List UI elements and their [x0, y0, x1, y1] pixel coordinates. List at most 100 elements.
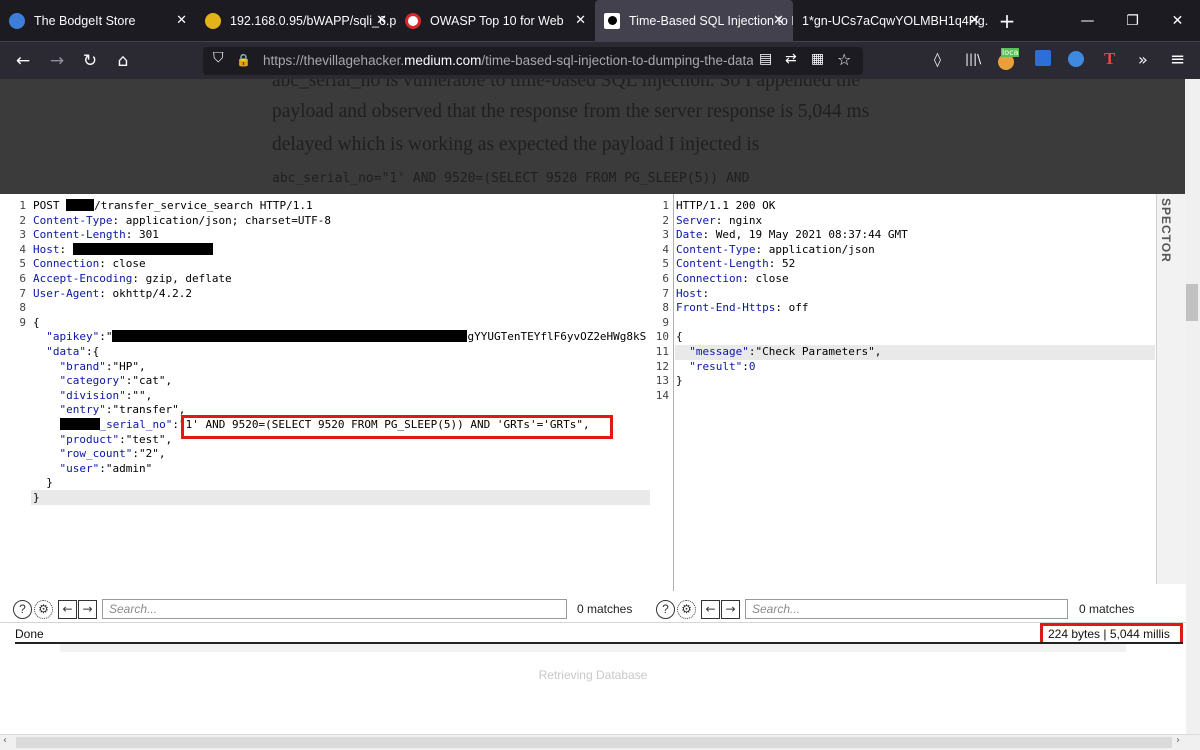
code-line[interactable]: 6 Accept-Encoding: gzip, deflate	[0, 272, 231, 287]
code-line[interactable]: 7 Host:	[655, 287, 709, 302]
page-scrollbar-thumb[interactable]	[1186, 284, 1198, 321]
back-button[interactable]: ←	[8, 42, 38, 80]
close-tab-icon[interactable]: ✕	[176, 12, 187, 28]
forward-button[interactable]: →	[42, 42, 72, 80]
code-line[interactable]: 2 Content-Type: application/json; charset…	[0, 214, 331, 229]
lock-icon[interactable]: 🔒	[236, 53, 251, 67]
code-text: :"Check Parameters",	[748, 345, 882, 358]
translator-extension-icon[interactable]	[1035, 50, 1051, 66]
code-line[interactable]: 9{	[0, 316, 39, 331]
owasp-favicon-icon	[405, 12, 421, 29]
code-key: _serial_no"	[99, 418, 173, 431]
code-line[interactable]: 13}	[655, 374, 683, 389]
code-line[interactable]: "data":{	[0, 345, 99, 360]
code-line[interactable]: 2 Server: nginx	[655, 214, 762, 229]
code-key: "data"	[33, 345, 86, 358]
response-editor[interactable]: 1 HTTP/1.1 200 OK 2 Server: nginx 3 Date: Wed…	[655, 194, 1155, 591]
code-line[interactable]: 1 POST /transfer_service_search HTTP/1.1	[0, 199, 313, 214]
wappalyzer-extension-icon[interactable]	[1068, 51, 1084, 67]
page-scrollbar[interactable]	[1185, 79, 1200, 734]
code-line[interactable]: 3 Date: Wed, 19 May 2021 08:37:44 GMT	[655, 228, 907, 243]
bookmark-star-icon[interactable]: ☆	[837, 50, 851, 69]
code-line[interactable]: 7 User-Agent: okhttp/4.2.2	[0, 287, 192, 302]
tab-bodgeit-store[interactable]: The BodgeIt Store ✕	[0, 0, 196, 41]
scroll-left-icon[interactable]: ‹	[3, 735, 7, 746]
tab-time-based-sqli[interactable]: Time-Based SQL Injection to Du ✕	[595, 0, 793, 41]
restore-button[interactable]: ❐	[1110, 0, 1155, 41]
url-bar[interactable]: ⛉ 🔒 https://thevillagehacker.medium.com/…	[203, 47, 863, 75]
location-extension-icon[interactable]: loca	[998, 48, 1020, 71]
extensions-grid-icon[interactable]: ▦	[811, 51, 824, 67]
pocket-icon[interactable]: ◊	[934, 52, 941, 68]
code-key: Connection	[33, 257, 100, 271]
code-line[interactable]: 1 HTTP/1.1 200 OK	[655, 199, 775, 214]
code-line[interactable]: "apikey":" gYYUGTenTEYflF6yvOZ2eHWg8kS	[0, 330, 646, 345]
translate-icon[interactable]: ⇄	[785, 51, 797, 67]
tab-label: The BodgeIt Store	[34, 13, 136, 28]
code-line[interactable]: 3 Content-Length: 301	[0, 228, 158, 243]
home-button[interactable]: ⌂	[108, 42, 138, 80]
code-line[interactable]: 11 "message":"Check Parameters",	[655, 345, 882, 360]
code-line[interactable]: "division":"",	[0, 389, 152, 404]
minimize-button[interactable]: —	[1065, 0, 1110, 41]
inspector-side-tab[interactable]: SPECTOR	[1156, 194, 1186, 584]
response-search-input[interactable]: Search...	[745, 599, 1068, 619]
tracking-shield-icon[interactable]: ⛉	[213, 50, 224, 66]
new-tab-button[interactable]: +	[989, 0, 1025, 41]
horizontal-scrollbar-thumb[interactable]	[16, 737, 1172, 748]
request-search-input[interactable]: Search...	[102, 599, 567, 619]
reader-view-icon[interactable]: ▤	[759, 51, 772, 67]
code-line[interactable]: 5 Content-Length: 52	[655, 257, 795, 272]
code-line[interactable]: 5 Connection: close	[0, 257, 145, 272]
code-line[interactable]: "user":"admin"	[0, 462, 152, 477]
next-match-button[interactable]: →	[721, 599, 740, 619]
code-line[interactable]: "brand":"HP",	[0, 360, 145, 375]
code-line[interactable]: 8 Front-End-Https: off	[655, 301, 808, 316]
line-number: 4	[662, 242, 669, 256]
code-line[interactable]: 4 Host:	[0, 242, 213, 258]
close-tab-icon[interactable]: ✕	[376, 12, 387, 28]
url-text[interactable]: https://thevillagehacker.medium.com/time…	[263, 53, 753, 68]
close-window-button[interactable]: ✕	[1155, 0, 1200, 41]
line-number: 8	[662, 301, 669, 315]
library-icon[interactable]: |||\	[965, 52, 981, 66]
settings-gear-icon[interactable]: ⚙	[34, 599, 53, 619]
code-line[interactable]: "product":"test",	[0, 433, 172, 448]
code-line[interactable]: 9	[655, 316, 676, 331]
code-line[interactable]: }	[0, 491, 40, 506]
help-icon[interactable]: ?	[13, 599, 32, 619]
tab-image[interactable]: 1*gn-UCs7aCqwYOLMBH1q4Hg.pn ✕	[793, 0, 989, 41]
tab-bar: The BodgeIt Store ✕ 192.168.0.95/bWAPP/s…	[0, 0, 1200, 41]
code-text: :"cat",	[125, 374, 173, 388]
tab-bwapp[interactable]: 192.168.0.95/bWAPP/sqli_6.ph ✕	[196, 0, 396, 41]
close-tab-icon[interactable]: ✕	[575, 12, 586, 28]
code-line[interactable]: "entry":"transfer",	[0, 403, 185, 418]
text-extension-icon[interactable]: T	[1104, 49, 1115, 69]
hamburger-menu-icon[interactable]: ≡	[1170, 49, 1185, 70]
code-line[interactable]: 8	[0, 301, 33, 316]
tab-owasp[interactable]: OWASP Top 10 for Web ✕	[396, 0, 595, 41]
previous-match-button[interactable]: ←	[58, 599, 77, 619]
request-editor[interactable]: 1 POST /transfer_service_search HTTP/1.1 2…	[0, 194, 650, 591]
code-line[interactable]: 10 {	[655, 330, 683, 345]
close-tab-icon[interactable]: ✕	[773, 12, 784, 28]
code-line[interactable]: 14	[655, 389, 676, 404]
scroll-right-icon[interactable]: ›	[1176, 735, 1180, 746]
code-key: "category"	[33, 374, 126, 388]
code-line[interactable]: }	[0, 476, 53, 491]
reload-button[interactable]: ↻	[75, 42, 105, 80]
code-line[interactable]: "row_count":"2",	[0, 447, 165, 462]
code-line[interactable]: "category":"cat",	[0, 374, 172, 389]
code-line[interactable]: 12 "result":0	[655, 360, 756, 375]
help-icon[interactable]: ?	[656, 599, 675, 619]
code-key: "product"	[33, 432, 120, 446]
next-match-button[interactable]: →	[78, 599, 97, 619]
settings-gear-icon[interactable]: ⚙	[677, 599, 696, 619]
code-line[interactable]: 4 Content-Type: application/json	[655, 242, 874, 258]
overflow-menu-icon[interactable]: »	[1138, 50, 1148, 69]
previous-match-button[interactable]: ←	[701, 599, 720, 619]
horizontal-scrollbar[interactable]: ‹ ›	[0, 734, 1200, 750]
response-match-count: 0 matches	[1079, 602, 1135, 616]
code-line[interactable]: 6 Connection: close	[655, 272, 788, 287]
close-tab-icon[interactable]: ✕	[969, 12, 980, 28]
